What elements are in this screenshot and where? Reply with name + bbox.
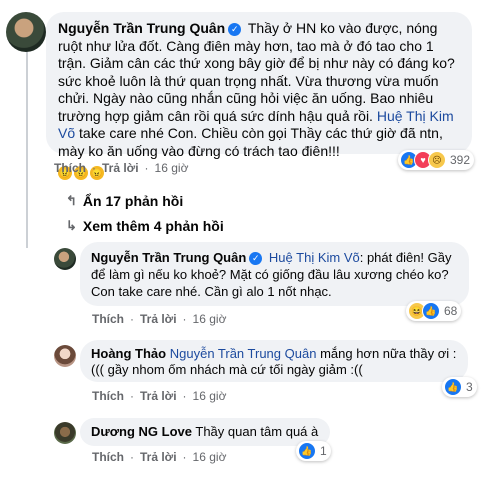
reply-author[interactable]: Nguyễn Trần Trung Quân	[91, 250, 246, 265]
thread-line	[26, 48, 28, 248]
comment-time[interactable]: 16 giờ	[155, 161, 189, 175]
like-button[interactable]: Thích	[92, 450, 124, 464]
arrow-icon: ↳	[66, 218, 77, 233]
reaction-summary[interactable]: 👍 3	[442, 377, 477, 397]
comment-actions: Thích · Trả lời · 16 giờ	[54, 161, 189, 175]
reply-mention[interactable]: Nguyễn Trần Trung Quân	[170, 346, 317, 361]
reaction-summary[interactable]: 👍 ♥ ☹ 392	[398, 150, 475, 170]
reply-bubble: Dương NG Love Thầy quan tâm quá à	[80, 418, 330, 446]
hide-replies-label: Ẩn 17 phản hồi	[82, 193, 184, 209]
reply-time[interactable]: 16 giờ	[193, 389, 227, 403]
reply-actions: Thích · Trả lời · 16 giờ	[92, 312, 227, 326]
comment-author[interactable]: Nguyễn Trần Trung Quân	[58, 20, 225, 36]
like-reaction-icon: 👍	[444, 378, 462, 396]
reply-author[interactable]: Dương NG Love	[91, 424, 192, 439]
reaction-summary[interactable]: 😆 👍 68	[406, 301, 462, 321]
see-more-label: Xem thêm 4 phản hồi	[82, 218, 224, 234]
like-reaction-icon: 👍	[298, 442, 316, 460]
reply-actions: Thích · Trả lời · 16 giờ	[92, 389, 227, 403]
reply-time[interactable]: 16 giờ	[193, 450, 227, 464]
hide-replies-link[interactable]: ↰ Ẩn 17 phản hồi	[66, 193, 183, 209]
see-more-replies-link[interactable]: ↳ Xem thêm 4 phản hồi	[66, 218, 224, 234]
avatar[interactable]	[6, 12, 46, 52]
verified-badge-icon: ✓	[249, 252, 263, 265]
reaction-count: 68	[444, 304, 458, 318]
avatar[interactable]	[54, 345, 76, 367]
reply-text-line1: mắng hơn nữa thầy ơi :	[320, 346, 457, 361]
like-button[interactable]: Thích	[54, 161, 86, 175]
reply-button[interactable]: Trả lời	[102, 161, 139, 175]
reaction-summary[interactable]: 👍 1	[296, 441, 331, 461]
reaction-count: 3	[466, 380, 473, 394]
reply-text-line2: ((( gầy nhom ốm nhách mà cứ tối ngày giả…	[91, 362, 363, 377]
verified-badge-icon: ✓	[228, 23, 242, 36]
comment-text-after: take care nhé Con. Chiều còn gọi Thầy cá…	[58, 125, 443, 159]
reply-time[interactable]: 16 giờ	[193, 312, 227, 326]
reply-mention[interactable]: Huệ Thị Kim Võ	[269, 250, 360, 265]
avatar[interactable]	[54, 422, 76, 444]
like-button[interactable]: Thích	[92, 312, 124, 326]
avatar[interactable]	[54, 248, 76, 270]
like-reaction-icon: 👍	[422, 302, 440, 320]
sad-reaction-icon: ☹	[428, 151, 446, 169]
arrow-icon: ↰	[66, 193, 77, 208]
like-button[interactable]: Thích	[92, 389, 124, 403]
reply-author[interactable]: Hoàng Thảo	[91, 346, 166, 361]
comment-bubble: Nguyễn Trần Trung Quân ✓ Thầy ở HN ko vào…	[46, 12, 472, 180]
reaction-count: 1	[320, 444, 327, 458]
reply-bubble: Nguyễn Trần Trung Quân ✓ Huệ Thị Kim Võ: …	[80, 242, 469, 306]
reply-bubble: Hoàng Thảo Nguyễn Trần Trung Quân mắng h…	[80, 340, 468, 382]
reply-button[interactable]: Trả lời	[140, 389, 177, 403]
reply-button[interactable]: Trả lời	[140, 312, 177, 326]
reply-button[interactable]: Trả lời	[140, 450, 177, 464]
reply-actions: Thích · Trả lời · 16 giờ	[92, 450, 227, 464]
reaction-count: 392	[450, 153, 471, 167]
reply-text: Thầy quan tâm quá à	[195, 424, 319, 439]
